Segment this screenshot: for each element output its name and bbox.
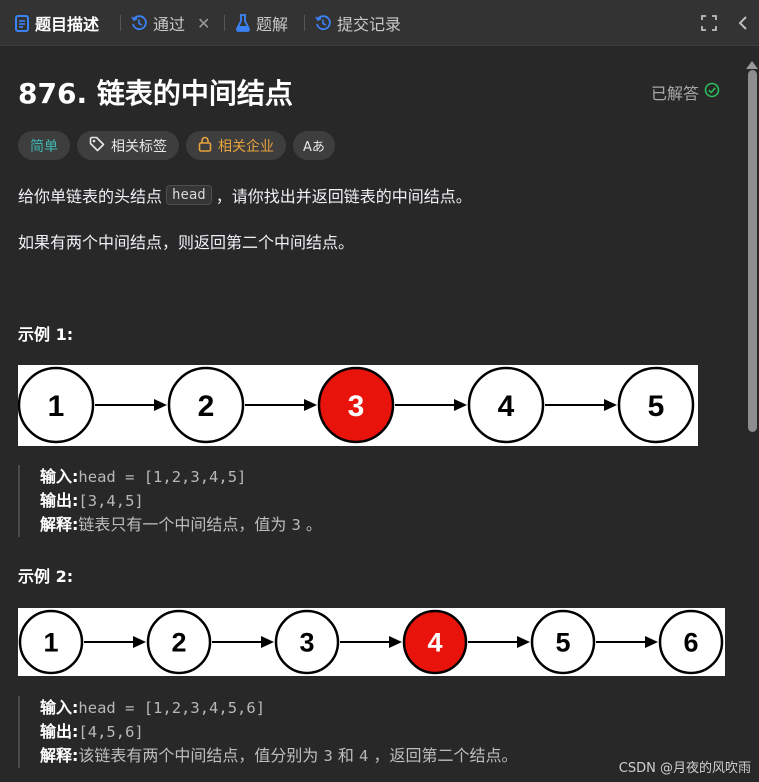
node-value: 2	[198, 390, 215, 423]
font-toggle-button[interactable]: Aあ	[293, 131, 335, 160]
watermark: CSDN @月夜的风吹雨	[618, 761, 751, 776]
close-icon[interactable]: ✕	[197, 14, 210, 33]
tab-accepted[interactable]: 通过 ✕	[130, 0, 210, 46]
description-paragraph-2: 如果有两个中间结点，则返回第二个中间结点。	[18, 233, 355, 252]
lock-icon	[198, 136, 218, 156]
example-2-title: 示例 2:	[18, 567, 74, 586]
arrow-head	[261, 636, 274, 648]
history-icon	[130, 14, 148, 32]
tab-solutions[interactable]: 题解	[235, 0, 288, 46]
explanation-value: 4	[359, 747, 369, 765]
tab-divider	[304, 15, 305, 31]
related-companies-button[interactable]: 相关企业	[186, 131, 286, 160]
arrow-head	[304, 399, 317, 411]
node-value: 4	[498, 390, 515, 423]
translate-icon: Aあ	[303, 140, 325, 155]
tab-submissions[interactable]: 提交记录	[314, 0, 401, 46]
example-input: 输入:head = [1,2,3,4,5]	[40, 467, 247, 486]
history-icon	[314, 14, 332, 32]
tab-label: 题目描述	[35, 15, 100, 34]
scrollbar-thumb[interactable]	[748, 70, 757, 432]
arrow-head	[389, 636, 402, 648]
example-1-title: 示例 1:	[18, 325, 74, 344]
explanation-text: 和	[332, 746, 360, 765]
linked-list-diagram: 1 2 3 4 5	[17, 366, 695, 444]
tag-icon	[89, 136, 111, 156]
example-output: 输出:[4,5,6]	[40, 722, 144, 741]
node-value: 3	[299, 628, 314, 658]
explanation-text: 链表只有一个中间结点，值为	[78, 515, 292, 534]
tab-description[interactable]: 题目描述	[14, 0, 99, 46]
check-circle-icon	[699, 82, 720, 102]
description-paragraph-1: 给你单链表的头结点 head ，请你找出并返回链表的中间结点。	[18, 183, 472, 207]
tab-bar: 题目描述 通过 ✕ 题解 提交记录	[0, 0, 759, 46]
arrow-head	[454, 399, 467, 411]
node-value: 5	[648, 390, 665, 423]
arrow-head	[154, 399, 167, 411]
explanation-text: 该链表有两个中间结点，值分别为	[78, 746, 324, 765]
node-value: 4	[427, 628, 442, 658]
difficulty-label: 简单	[30, 138, 58, 155]
example-output: 输出:[3,4,5]	[40, 491, 144, 510]
explanation-text: ，返回第二个结点。	[368, 746, 518, 765]
node-value: 5	[555, 628, 570, 658]
scroll-up-arrow[interactable]	[745, 55, 759, 69]
explanation-value: 3	[323, 747, 333, 765]
related-companies-label: 相关企业	[218, 138, 274, 155]
maximize-icon[interactable]	[700, 0, 718, 46]
solved-status: 已解答	[651, 80, 720, 104]
example-1-diagram: 1 2 3 4 5	[17, 365, 698, 446]
tab-divider	[120, 15, 121, 31]
solved-label: 已解答	[651, 84, 700, 103]
tab-label: 提交记录	[337, 15, 402, 34]
example-2-diagram: 1 2 3 4 5 6	[18, 608, 725, 676]
description-icon	[14, 14, 30, 32]
collapse-chevron-icon[interactable]	[737, 0, 749, 46]
example-1-io: 输入:head = [1,2,3,4,5] 输出:[3,4,5] 解释:链表只有…	[18, 465, 322, 537]
problem-title: 876. 链表的中间结点	[18, 77, 293, 110]
example-explanation: 解释:该链表有两个中间结点，值分别为 3 和 4 ，返回第二个结点。	[40, 746, 518, 765]
linked-list-diagram: 1 2 3 4 5 6	[18, 609, 724, 675]
node-value: 1	[48, 390, 65, 423]
flask-icon	[235, 14, 251, 32]
difficulty-badge[interactable]: 简单	[18, 131, 70, 160]
inline-code: head	[166, 185, 212, 205]
tab-label: 题解	[256, 15, 289, 34]
example-input: 输入:head = [1,2,3,4,5,6]	[40, 698, 266, 717]
tag-row: 简单 相关标签 相关企业 Aあ	[18, 131, 335, 160]
explanation-text: 。	[300, 515, 322, 534]
description-text: ，请你找出并返回链表的中间结点。	[215, 187, 472, 206]
related-tags-button[interactable]: 相关标签	[77, 131, 179, 160]
example-2-io: 输入:head = [1,2,3,4,5,6] 输出:[4,5,6] 解释:该链…	[18, 696, 517, 768]
arrow-head	[604, 399, 617, 411]
description-text: 给你单链表的头结点	[18, 187, 163, 206]
node-value: 2	[171, 628, 186, 658]
tab-label: 通过	[153, 15, 186, 34]
node-value: 6	[683, 628, 698, 658]
arrow-head	[517, 636, 530, 648]
tab-divider	[224, 15, 225, 31]
explanation-value: 3	[291, 516, 301, 534]
related-tags-label: 相关标签	[111, 138, 167, 155]
example-explanation: 解释:链表只有一个中间结点，值为 3 。	[40, 515, 322, 534]
arrow-head	[133, 636, 146, 648]
node-value: 1	[43, 628, 58, 658]
node-value: 3	[348, 390, 365, 423]
arrow-head	[645, 636, 658, 648]
